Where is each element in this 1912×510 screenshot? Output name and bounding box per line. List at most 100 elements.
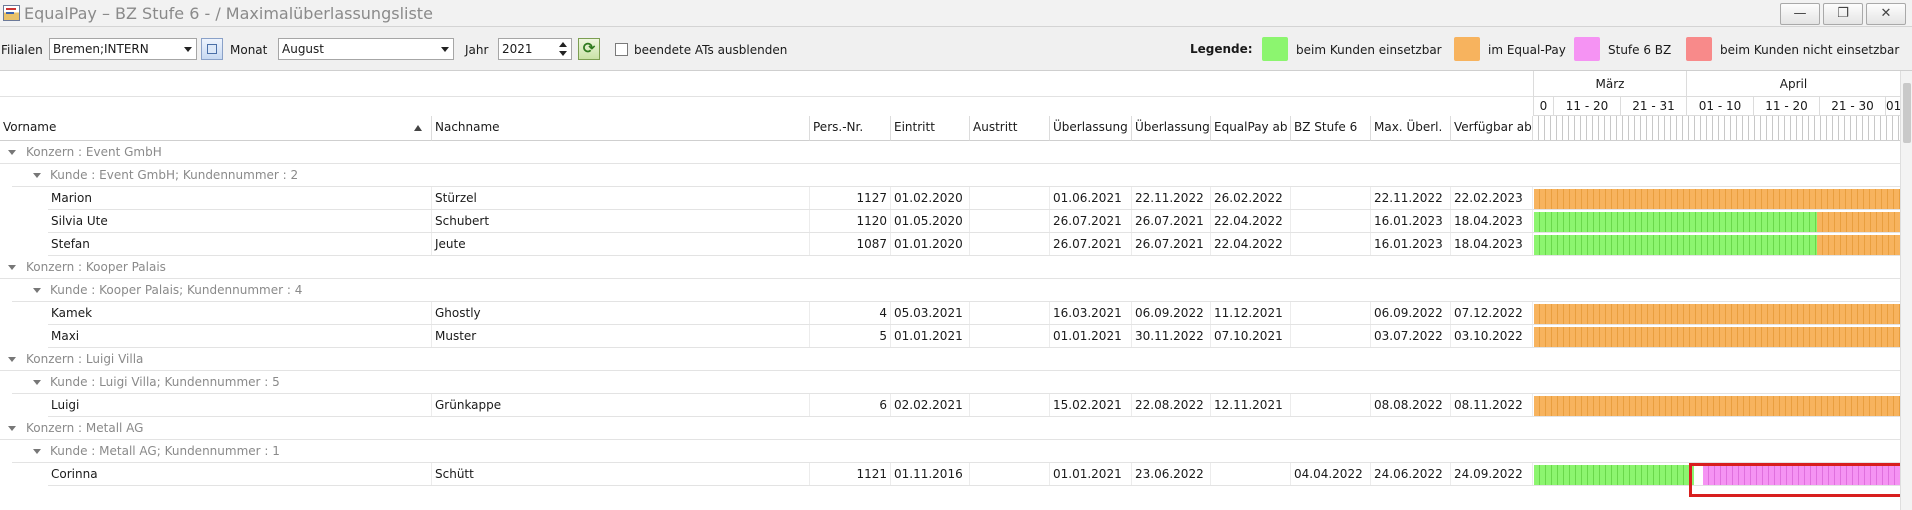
- legend-title: Legende:: [1190, 42, 1253, 56]
- column-header-ueberlassung-2[interactable]: Überlassung: [1132, 116, 1211, 141]
- cell-austritt: [970, 187, 1050, 209]
- group-row-kunde[interactable]: Kunde : Event GmbH; Kundennummer : 2: [12, 164, 1900, 187]
- table-row[interactable]: Stefan Jeute 1087 01.01.2020 26.07.2021 …: [48, 233, 1900, 256]
- legend-label-stufe6: Stufe 6 BZ: [1608, 43, 1672, 57]
- group-kunde-label: Kunde : Kooper Palais; Kundennummer : 4: [50, 283, 303, 297]
- group-row-konzern[interactable]: Konzern : Event GmbH: [0, 141, 1900, 164]
- cell-ueberlassung-2: 22.08.2022: [1132, 394, 1211, 416]
- column-header-nachname[interactable]: Nachname: [432, 116, 810, 141]
- collapse-icon[interactable]: [33, 173, 41, 178]
- table-row[interactable]: Kamek Ghostly 4 05.03.2021 16.03.2021 06…: [48, 302, 1900, 325]
- group-row-konzern[interactable]: Konzern : Luigi Villa: [0, 348, 1900, 371]
- highlight-box: [1689, 463, 1910, 497]
- cell-nachname: Schütt: [432, 463, 810, 485]
- cell-nachname: Stürzel: [432, 187, 810, 209]
- table-row[interactable]: Corinna Schütt 1121 01.11.2016 01.01.202…: [48, 463, 1900, 486]
- column-header-ueberlassung-1[interactable]: Überlassung: [1050, 116, 1132, 141]
- group-row-kunde[interactable]: Kunde : Luigi Villa; Kundennummer : 5: [12, 371, 1900, 394]
- cell-maxueberl: 22.11.2022: [1371, 187, 1451, 209]
- gantt-range-2: 21 - 31: [1620, 97, 1686, 116]
- group-row-konzern[interactable]: Konzern : Metall AG: [0, 417, 1900, 440]
- cell-persnr: 1121: [810, 463, 891, 485]
- hide-ended-label: beendete ATs ausblenden: [634, 43, 788, 57]
- minimize-icon: —: [1793, 6, 1807, 21]
- collapse-icon[interactable]: [8, 265, 16, 270]
- table-row[interactable]: Silvia Ute Schubert 1120 01.05.2020 26.0…: [48, 210, 1900, 233]
- group-row-kunde[interactable]: Kunde : Metall AG; Kundennummer : 1: [12, 440, 1900, 463]
- cell-maxueberl: 16.01.2023: [1371, 210, 1451, 232]
- filialen-select-button[interactable]: [201, 38, 223, 60]
- cell-ueberlassung-2: 30.11.2022: [1132, 325, 1211, 347]
- collapse-icon[interactable]: [8, 150, 16, 155]
- collapse-icon[interactable]: [33, 380, 41, 385]
- cell-maxueberl: 08.08.2022: [1371, 394, 1451, 416]
- column-header-maxueberl[interactable]: Max. Überl.: [1371, 116, 1451, 141]
- cell-equalpay: 12.11.2021: [1211, 394, 1291, 416]
- data-grid: Vorname Nachname Pers.-Nr. Eintritt Aust…: [0, 71, 1912, 510]
- cell-nachname: Grünkappe: [432, 394, 810, 416]
- legend-swatch-nicht-einsetzbar: [1686, 37, 1712, 61]
- cell-austritt: [970, 325, 1050, 347]
- monat-dropdown[interactable]: August: [278, 38, 454, 60]
- filialen-value: Bremen;INTERN: [53, 42, 149, 56]
- spin-arrows-icon[interactable]: [559, 41, 568, 57]
- table-row[interactable]: Luigi Grünkappe 6 02.02.2021 15.02.2021 …: [48, 394, 1900, 417]
- legend-swatch-equalpay: [1454, 37, 1480, 61]
- collapse-icon[interactable]: [8, 426, 16, 431]
- cell-eintritt: 02.02.2021: [891, 394, 970, 416]
- jahr-spinner[interactable]: 2021: [498, 38, 572, 60]
- gantt-bar-einsetzbar: [1534, 212, 1817, 232]
- gantt-bar-equalpay: [1534, 189, 1900, 209]
- cell-equalpay: 26.02.2022: [1211, 187, 1291, 209]
- cell-bzstufe6: [1291, 187, 1371, 209]
- gantt-month-maerz-label: März: [1595, 77, 1625, 91]
- app-icon: [3, 5, 20, 21]
- hide-ended-checkbox[interactable]: [615, 43, 628, 56]
- restore-button[interactable]: ❐: [1823, 3, 1863, 25]
- column-header-austritt[interactable]: Austritt: [970, 116, 1050, 141]
- cell-eintritt: 01.01.2021: [891, 325, 970, 347]
- table-row[interactable]: Marion Stürzel 1127 01.02.2020 01.06.202…: [48, 187, 1900, 210]
- table-row[interactable]: Maxi Muster 5 01.01.2021 01.01.2021 30.1…: [48, 325, 1900, 348]
- gantt-range-5: 21 - 30: [1819, 97, 1885, 116]
- gantt-range-3-label: 01 - 10: [1698, 99, 1742, 113]
- collapse-icon[interactable]: [33, 288, 41, 293]
- gantt-month-maerz: März: [1533, 71, 1686, 97]
- column-header-persnr-label: Pers.-Nr.: [813, 120, 864, 134]
- collapse-icon[interactable]: [8, 357, 16, 362]
- gantt-range-6: 01 -: [1885, 97, 1900, 116]
- column-header-verfuegbar[interactable]: Verfügbar ab: [1451, 116, 1533, 141]
- column-header-persnr[interactable]: Pers.-Nr.: [810, 116, 891, 141]
- restore-icon: ❐: [1837, 6, 1849, 21]
- vertical-scrollbar[interactable]: [1900, 71, 1912, 510]
- cell-bzstufe6: [1291, 210, 1371, 232]
- cell-austritt: [970, 233, 1050, 255]
- filialen-dropdown[interactable]: Bremen;INTERN: [49, 38, 197, 60]
- minimize-button[interactable]: —: [1780, 3, 1820, 25]
- gantt-range-0-label: 0: [1539, 99, 1548, 113]
- group-row-konzern[interactable]: Konzern : Kooper Palais: [0, 256, 1900, 279]
- cell-bzstufe6: [1291, 325, 1371, 347]
- cell-verfuegbar: 08.11.2022: [1451, 394, 1533, 416]
- column-header-bzstufe6[interactable]: BZ Stufe 6: [1291, 116, 1371, 141]
- close-button[interactable]: ✕: [1866, 3, 1906, 25]
- cell-eintritt: 01.01.2020: [891, 233, 970, 255]
- refresh-button[interactable]: ⟳: [578, 38, 600, 60]
- window-title: EqualPay – BZ Stufe 6 - / Maximalüberlas…: [24, 4, 433, 23]
- group-kunde-label: Kunde : Event GmbH; Kundennummer : 2: [50, 168, 299, 182]
- column-header-equalpay[interactable]: EqualPay ab: [1211, 116, 1291, 141]
- column-header-vorname[interactable]: Vorname: [0, 116, 432, 141]
- legend-label-equalpay: im Equal-Pay: [1488, 43, 1566, 57]
- collapse-icon[interactable]: [33, 449, 41, 454]
- column-header-eintritt[interactable]: Eintritt: [891, 116, 970, 141]
- filialen-label: Filialen: [1, 43, 43, 57]
- group-konzern-label: Konzern : Event GmbH: [26, 145, 162, 159]
- cell-eintritt: 01.05.2020: [891, 210, 970, 232]
- gantt-range-2-label: 21 - 31: [1632, 99, 1675, 113]
- gantt-bar-equalpay: [1534, 327, 1900, 347]
- scrollbar-thumb[interactable]: [1903, 83, 1911, 143]
- jahr-value: 2021: [502, 42, 533, 56]
- cell-persnr: 1120: [810, 210, 891, 232]
- group-row-kunde[interactable]: Kunde : Kooper Palais; Kundennummer : 4: [12, 279, 1900, 302]
- legend-label-einsetzbar: beim Kunden einsetzbar: [1296, 43, 1442, 57]
